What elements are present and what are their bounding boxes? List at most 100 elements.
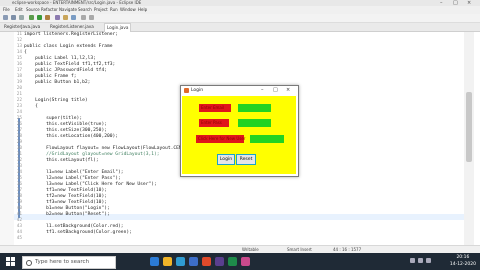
taskbar-clock[interactable]: 20:16 14-12-2020	[450, 254, 476, 268]
taskbar: Type here to search 20:16 14-12-2020	[0, 253, 480, 270]
line-number: 37	[16, 188, 22, 193]
eclipse-icon[interactable]	[215, 257, 224, 266]
print-icon[interactable]	[19, 15, 24, 20]
email-label-text: Enter Email	[201, 105, 225, 110]
edge-icon[interactable]	[176, 257, 185, 266]
clock-time: 20:16	[456, 255, 470, 260]
file-explorer-icon[interactable]	[163, 257, 172, 266]
code-line: public JPasswordField tf4;	[24, 68, 107, 73]
app-icon[interactable]	[241, 257, 250, 266]
network-icon[interactable]	[418, 258, 423, 263]
code-line: l2=new Label("Enter Pass");	[24, 176, 121, 181]
menu-navigate[interactable]: Navigate	[59, 6, 77, 14]
java-app-icon	[184, 88, 189, 93]
menu-refactor[interactable]: Refactor	[41, 6, 58, 14]
line-number: 14	[16, 50, 22, 55]
line-number: 16	[16, 62, 22, 67]
code-line: import listeners.RegisterListener;	[24, 32, 119, 37]
taskbar-search-box[interactable]: Type here to search	[22, 256, 116, 269]
new-user-label-text: Click Here for New User	[198, 136, 246, 141]
search-icon	[26, 260, 32, 266]
line-number: 42	[16, 218, 22, 223]
line-number: 26	[16, 122, 22, 127]
line-number: 28	[16, 134, 22, 139]
volume-icon[interactable]	[426, 258, 431, 263]
store-icon[interactable]	[189, 257, 198, 266]
back-icon[interactable]	[81, 15, 86, 20]
forward-icon[interactable]	[89, 15, 94, 20]
password-label: Enter Pass	[199, 119, 229, 127]
line-number: 32	[16, 158, 22, 163]
code-line: this.setLayout(fl);	[24, 158, 99, 163]
menu-project[interactable]: Project	[94, 6, 108, 14]
reset-button[interactable]: Reset	[236, 154, 256, 165]
menu-search[interactable]: Search	[78, 6, 92, 14]
login-close-icon[interactable]: ×	[286, 86, 290, 95]
open-type-icon[interactable]	[63, 15, 68, 20]
login-button[interactable]: Login	[217, 154, 235, 165]
app-icon[interactable]	[228, 257, 237, 266]
menu-edit[interactable]: Edit	[15, 6, 23, 14]
menu-window[interactable]: Window	[120, 6, 136, 14]
email-field[interactable]	[238, 104, 271, 112]
new-java-class-icon[interactable]	[55, 15, 60, 20]
code-line: public Button b1,b2;	[24, 80, 91, 85]
code-line: {	[24, 104, 38, 109]
line-number: 40	[16, 206, 22, 211]
run-icon[interactable]	[37, 15, 42, 20]
clock-date: 14-12-2020	[449, 262, 476, 267]
code-line: tf3=new TextField(10);	[24, 200, 107, 205]
windows-start-icon[interactable]	[6, 257, 15, 266]
external-tools-icon[interactable]	[45, 15, 50, 20]
editor-scrollbar[interactable]	[464, 32, 474, 245]
code-line: FlowLayout flayout= new FlowLayout(FlowL…	[24, 146, 202, 151]
taskbar-search-placeholder: Type here to search	[35, 259, 90, 265]
line-number: 45	[16, 236, 22, 241]
code-line: {	[24, 50, 27, 55]
new-icon[interactable]	[3, 15, 8, 20]
code-line: public TextField tf1,tf2,tf3;	[24, 62, 116, 67]
line-number: 27	[16, 128, 22, 133]
line-number: 41	[16, 212, 22, 217]
save-icon[interactable]	[11, 15, 16, 20]
password-field[interactable]	[238, 119, 271, 127]
code-line: b2=new Button("Reset");	[24, 212, 110, 217]
new-user-field[interactable]	[250, 135, 284, 143]
code-line: tf1=new TextField(10);	[24, 188, 107, 193]
code-line: l3=new Label("Click Here for New User");	[24, 182, 157, 187]
task-view-icon[interactable]	[150, 257, 159, 266]
login-title-bar[interactable]: Login – □ ×	[181, 86, 298, 95]
scrollbar-thumb[interactable]	[466, 92, 472, 162]
menu-run[interactable]: Run	[110, 6, 118, 14]
line-number: 23	[16, 104, 22, 109]
line-number: 43	[16, 224, 22, 229]
menu-file[interactable]: File	[3, 6, 10, 14]
code-line: this.setSize(300,250);	[24, 128, 107, 133]
login-maximize-icon[interactable]: □	[273, 86, 278, 95]
tray-chevron-icon[interactable]	[410, 258, 415, 263]
line-number: 21	[16, 92, 22, 97]
chrome-icon[interactable]	[202, 257, 211, 266]
line-number: 30	[16, 146, 22, 151]
code-line: super(title);	[24, 116, 83, 121]
tab-registerjava[interactable]: RegisterJava.java	[2, 23, 42, 31]
line-number: 22	[16, 98, 22, 103]
code-line: Login(String title)	[24, 98, 88, 103]
line-number: 11	[16, 32, 22, 37]
login-minimize-icon[interactable]: –	[261, 86, 264, 95]
code-line: l1.setBackground(Color.red);	[24, 224, 124, 229]
line-number: 19	[16, 80, 22, 85]
tab-registerlistener[interactable]: RegisterListener.java	[48, 23, 96, 31]
line-number: 31	[16, 152, 22, 157]
line-number: 39	[16, 200, 22, 205]
new-user-label: Click Here for New User	[196, 135, 246, 143]
debug-icon[interactable]	[29, 15, 34, 20]
search-icon[interactable]	[71, 15, 76, 20]
code-line: public Frame f;	[24, 74, 77, 79]
code-line: tf2=new TextField(10);	[24, 194, 107, 199]
menu-help[interactable]: Help	[138, 6, 147, 14]
menu-source[interactable]: Source	[26, 6, 40, 14]
email-label: Enter Email	[199, 104, 231, 112]
tab-login[interactable]: Login.java	[104, 23, 132, 32]
line-number: 36	[16, 182, 22, 187]
